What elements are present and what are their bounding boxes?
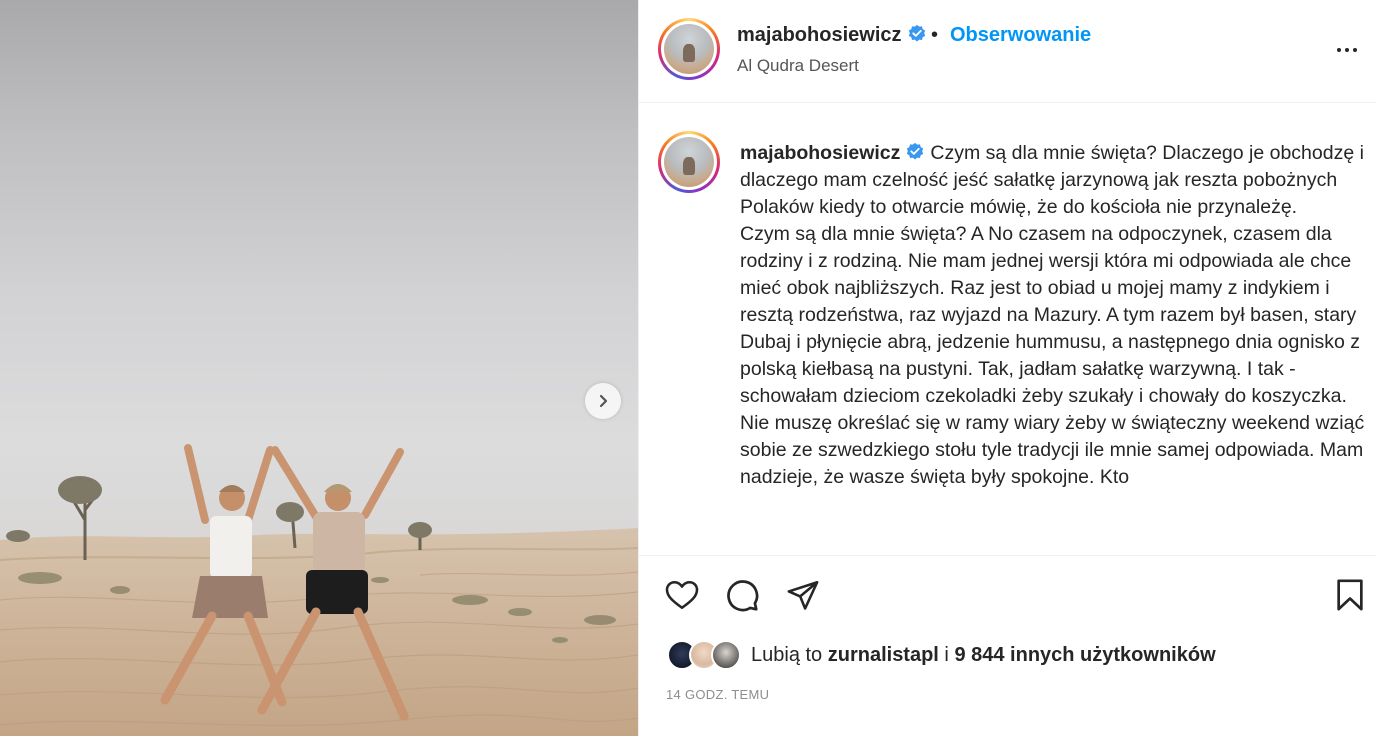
post-panel: majabohosiewicz • Obserwowanie Al Qudra …: [638, 0, 1376, 736]
save-button[interactable]: [1331, 576, 1369, 614]
separator-dot: •: [931, 24, 939, 46]
username-text: majabohosiewicz: [737, 24, 902, 46]
verified-badge-icon: [908, 24, 925, 42]
caption-paragraph: majabohosiewicz Czym są dla mnie święta? …: [740, 140, 1366, 221]
post-timestamp[interactable]: 14 GODZ. TEMU: [666, 687, 769, 702]
post-actions: Lubią to zurnalistapl i 9 844 innych uży…: [639, 555, 1376, 736]
caption-text: majabohosiewicz Czym są dla mnie święta? …: [740, 140, 1366, 491]
comment-button[interactable]: [723, 576, 761, 614]
caption-section: majabohosiewicz Czym są dla mnie święta? …: [639, 104, 1376, 555]
likes-summary[interactable]: Lubią to zurnalistapl i 9 844 innych uży…: [751, 644, 1216, 667]
likes-user[interactable]: zurnalistapl: [828, 644, 939, 666]
caption-body-2: Czym są dla mnie święta? A No czasem na …: [740, 223, 1361, 407]
likes-prefix: Lubią to: [751, 643, 828, 666]
liker-avatar[interactable]: [711, 640, 741, 670]
next-image-button[interactable]: [585, 383, 621, 419]
share-button[interactable]: [784, 576, 822, 614]
like-button[interactable]: [663, 576, 701, 614]
desert-photo: [0, 444, 638, 736]
likes-middle: i: [938, 643, 955, 666]
more-options-button[interactable]: [1333, 36, 1361, 64]
avatar[interactable]: [658, 18, 720, 80]
following-button[interactable]: Obserwowanie: [950, 24, 1091, 47]
bookmark-icon: [1337, 579, 1363, 611]
caption-avatar[interactable]: [658, 131, 720, 193]
chevron-right-icon: [599, 394, 608, 408]
heart-icon: [665, 580, 699, 610]
likes-count[interactable]: 9 844 innych użytkowników: [954, 644, 1215, 666]
username-link[interactable]: majabohosiewicz: [737, 24, 927, 47]
location-link[interactable]: Al Qudra Desert: [737, 56, 859, 76]
post-photo: [0, 0, 638, 736]
caption-username[interactable]: majabohosiewicz: [740, 142, 900, 164]
likes-row: Lubią to zurnalistapl i 9 844 innych uży…: [667, 638, 1216, 672]
caption-body-3: Nie muszę określać się w ramy wiary żeby…: [740, 412, 1365, 488]
comment-icon: [727, 580, 759, 612]
share-icon: [787, 580, 819, 610]
post-header: majabohosiewicz • Obserwowanie Al Qudra …: [639, 0, 1376, 103]
verified-badge-icon: [907, 142, 924, 160]
more-options-icon: [1337, 48, 1357, 52]
